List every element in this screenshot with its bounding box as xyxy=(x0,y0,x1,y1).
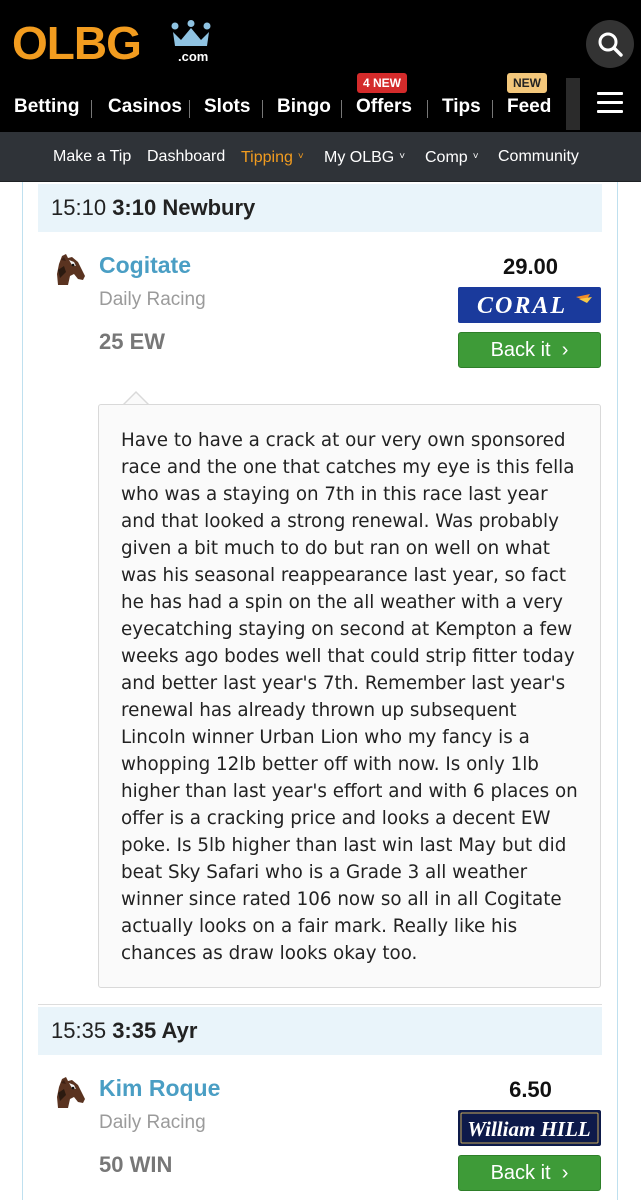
subnav-tipping-label: Tipping xyxy=(241,149,293,166)
subnav-my-olbg[interactable]: My OLBG ˅ xyxy=(324,147,405,168)
tip-comment: Have to have a crack at our very own spo… xyxy=(121,430,578,964)
chevron-down-icon: ˅ xyxy=(472,151,479,162)
chevron-right-icon: › xyxy=(556,1162,569,1184)
nav-separator xyxy=(427,100,428,118)
logo-text: OLBG xyxy=(12,17,142,69)
main-nav: Betting Casinos Slots Bingo Offers Tips … xyxy=(0,92,570,124)
race-header: 15:10 3:10 Newbury xyxy=(38,184,602,232)
tip-stake: 25 EW xyxy=(99,329,166,354)
race-time-24h: 15:10 xyxy=(51,195,107,220)
nav-separator xyxy=(262,100,263,118)
tips-content: 15:10 3:10 Newbury Cogitate Daily Racing… xyxy=(0,182,641,1200)
bookmaker-name: CORAL xyxy=(477,293,567,319)
back-it-button[interactable]: Back it › xyxy=(458,332,601,368)
tip-odds: 6.50 xyxy=(509,1077,552,1102)
sub-nav: Make a Tip Dashboard Tipping ˅ My OLBG ˅ C… xyxy=(0,132,641,182)
horse-head-icon xyxy=(57,254,85,285)
subnav-make-a-tip[interactable]: Make a Tip xyxy=(53,147,131,167)
coral-bookmaker-logo[interactable]: CORAL xyxy=(458,287,601,323)
tip-odds: 29.00 xyxy=(502,254,559,279)
nav-slots[interactable]: Slots xyxy=(204,92,250,122)
nav-offers[interactable]: Offers xyxy=(356,92,412,122)
horse-name-link[interactable]: Kim Roque xyxy=(99,1075,220,1102)
subnav-comp[interactable]: Comp ˅ xyxy=(425,147,479,168)
horse-name-link[interactable]: Cogitate xyxy=(99,252,191,279)
race-name[interactable]: 3:35 Ayr xyxy=(112,1018,197,1043)
section-divider xyxy=(38,1004,602,1005)
logo-suffix: .com xyxy=(178,49,209,64)
feed-new-badge: NEW xyxy=(507,73,547,93)
nav-tips[interactable]: Tips xyxy=(442,92,481,122)
nav-separator xyxy=(91,100,92,118)
nav-casinos[interactable]: Casinos xyxy=(108,92,182,122)
tip-comment-box: Have to have a crack at our very own spo… xyxy=(98,404,601,988)
panel-border xyxy=(617,182,618,1200)
hamburger-menu-icon[interactable] xyxy=(597,92,623,114)
subnav-dashboard[interactable]: Dashboard xyxy=(147,147,225,167)
nav-betting[interactable]: Betting xyxy=(14,92,79,122)
subnav-comp-label: Comp xyxy=(425,149,468,166)
site-header: OLBG .com 4 NEW NEW Betting Casinos Slot… xyxy=(0,0,641,132)
chevron-down-icon: ˅ xyxy=(399,151,406,162)
race-time-24h: 15:35 xyxy=(51,1018,107,1043)
nav-feed[interactable]: Feed xyxy=(507,92,551,122)
tip-category: Daily Racing xyxy=(99,1112,206,1133)
chevron-down-icon: ˅ xyxy=(297,151,304,162)
nav-bingo[interactable]: Bingo xyxy=(277,92,331,122)
olbg-logo[interactable]: OLBG .com xyxy=(12,17,211,69)
tip-card: Kim Roque Daily Racing 50 WIN 6.50 Willi… xyxy=(38,1055,602,1200)
back-it-label: Back it xyxy=(490,1162,551,1184)
nav-separator xyxy=(492,100,493,118)
horse-head-icon xyxy=(57,1077,85,1108)
bookmaker-name: William HILL xyxy=(467,1117,590,1141)
race-name[interactable]: 3:10 Newbury xyxy=(112,195,255,220)
nav-separator xyxy=(341,100,342,118)
back-it-button[interactable]: Back it › xyxy=(458,1155,601,1191)
race-header: 15:35 3:35 Ayr xyxy=(38,1007,602,1055)
nav-separator xyxy=(189,100,190,118)
search-icon xyxy=(598,32,623,57)
panel-border xyxy=(22,182,23,1200)
chevron-right-icon: › xyxy=(556,339,569,361)
offers-new-badge: 4 NEW xyxy=(357,73,408,93)
subnav-community[interactable]: Community xyxy=(498,147,579,167)
tip-category: Daily Racing xyxy=(99,289,206,310)
subnav-tipping[interactable]: Tipping ˅ xyxy=(241,147,304,168)
tip-stake: 50 WIN xyxy=(99,1152,173,1177)
crown-icon xyxy=(171,20,211,46)
nav-divider-bar xyxy=(566,78,580,130)
william-hill-bookmaker-logo[interactable]: William HILL xyxy=(458,1110,601,1146)
back-it-label: Back it xyxy=(490,339,551,361)
subnav-my-olbg-label: My OLBG xyxy=(324,149,395,166)
search-button[interactable] xyxy=(586,20,634,68)
